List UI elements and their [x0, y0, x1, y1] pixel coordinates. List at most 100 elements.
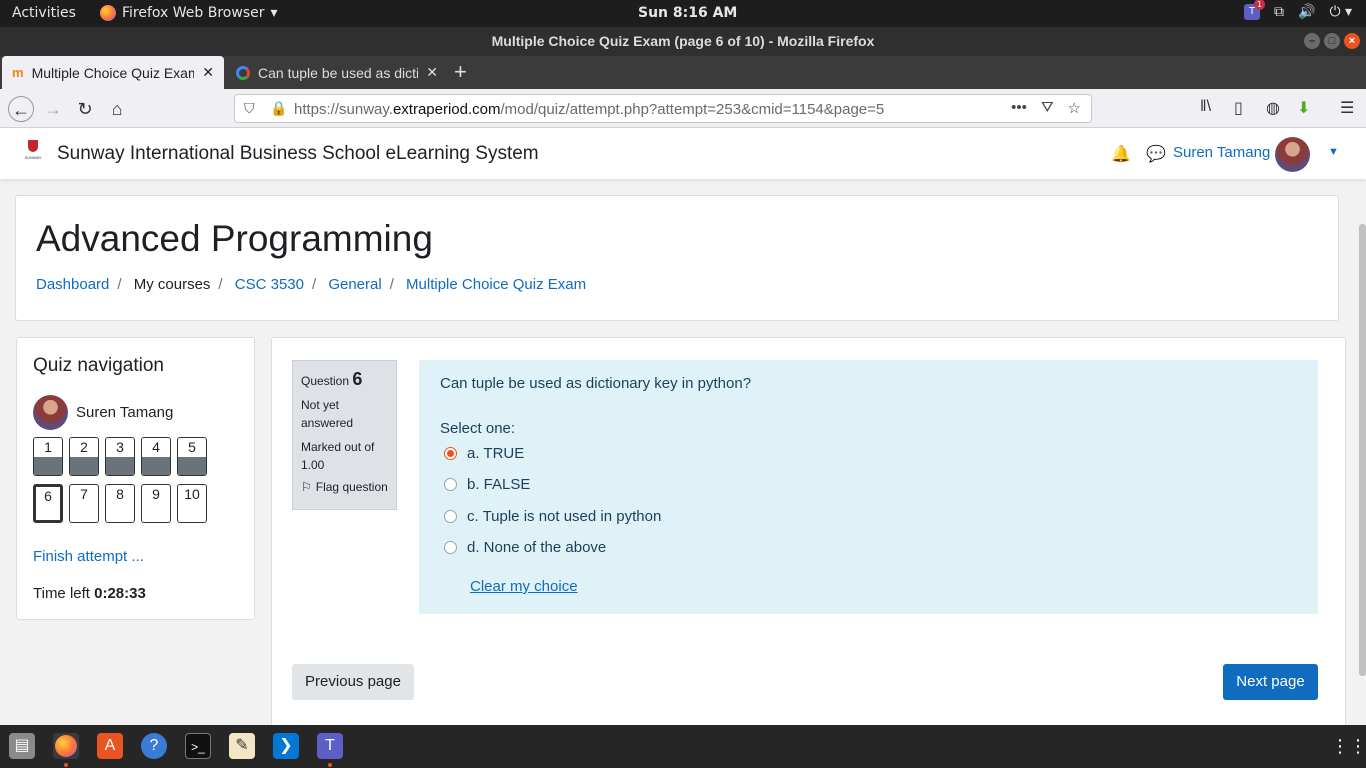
- quiz-nav-button-9[interactable]: 9: [141, 484, 171, 523]
- answer-radio[interactable]: [444, 447, 457, 460]
- answer-option-c[interactable]: c. Tuple is not used in python: [444, 508, 661, 525]
- network-icon[interactable]: ⧉: [1274, 4, 1284, 20]
- home-icon[interactable]: ⌂: [104, 96, 130, 122]
- software-center-icon[interactable]: A: [97, 733, 123, 759]
- answer-radio[interactable]: [444, 510, 457, 523]
- power-icon[interactable]: ⏻ ▾: [1329, 4, 1352, 20]
- tab-google-search[interactable]: Can tuple be used as dictionary key in p…: [226, 56, 448, 89]
- finish-attempt-link[interactable]: Finish attempt ...: [33, 548, 144, 565]
- tab-label: Multiple Choice Quiz Exam: [31, 64, 195, 81]
- answer-option-d[interactable]: d. None of the above: [444, 539, 606, 556]
- close-tab-icon[interactable]: ✕: [202, 64, 214, 81]
- quiz-nav-button-2[interactable]: 2: [69, 437, 99, 476]
- quiz-nav-button-7[interactable]: 7: [69, 484, 99, 523]
- breadcrumb-section[interactable]: General: [328, 276, 381, 293]
- quiz-nav-button-4[interactable]: 4: [141, 437, 171, 476]
- answered-indicator: [178, 457, 206, 475]
- sunway-logo[interactable]: SUNWAY: [22, 140, 44, 166]
- breadcrumb-course[interactable]: CSC 3530: [235, 276, 304, 293]
- quiz-navigation-title: Quiz navigation: [33, 355, 164, 376]
- volume-icon[interactable]: 🔊: [1298, 4, 1315, 20]
- answered-indicator: [142, 457, 170, 475]
- sidebar-icon[interactable]: ▯: [1234, 98, 1243, 118]
- tab-strip: m Multiple Choice Quiz Exam ✕ Can tuple …: [0, 56, 1366, 89]
- site-name[interactable]: Sunway International Business School eLe…: [57, 143, 539, 165]
- hamburger-menu-icon[interactable]: ☰: [1340, 98, 1354, 118]
- answer-option-b[interactable]: b. FALSE: [444, 476, 530, 493]
- answered-indicator: [70, 457, 98, 475]
- help-icon[interactable]: ?: [141, 733, 167, 759]
- question-content: Can tuple be used as dictionary key in p…: [419, 360, 1318, 614]
- clear-choice-link[interactable]: Clear my choice: [470, 578, 578, 595]
- google-favicon-icon: [236, 65, 250, 80]
- time-left: Time left 0:28:33: [33, 585, 146, 602]
- vscode-icon[interactable]: ❯: [273, 733, 299, 759]
- forward-icon[interactable]: →: [40, 96, 66, 122]
- extension-icon[interactable]: ◍: [1266, 98, 1280, 118]
- site-header: SUNWAY Sunway International Business Sch…: [0, 129, 1366, 179]
- clock[interactable]: Sun 8:16 AM: [638, 5, 737, 21]
- answer-prompt: Select one:: [440, 420, 516, 437]
- avatar[interactable]: [1275, 137, 1310, 172]
- quiz-nav-button-6[interactable]: 6: [33, 484, 63, 523]
- system-top-bar: Activities Firefox Web Browser ▾ Sun 8:1…: [0, 0, 1366, 27]
- quiz-nav-button-10[interactable]: 10: [177, 484, 207, 523]
- system-tray[interactable]: T1 ⧉ 🔊 ⏻ ▾: [1244, 0, 1352, 20]
- quiz-user: Suren Tamang: [33, 395, 173, 430]
- url-bar[interactable]: ⛉ 🔒 https://sunway.extraperiod.com/mod/q…: [234, 94, 1092, 123]
- minimize-icon[interactable]: –: [1304, 33, 1320, 49]
- teams-icon[interactable]: T: [317, 733, 343, 759]
- page-actions-icon[interactable]: •••: [1011, 99, 1027, 117]
- new-tab-icon[interactable]: +: [454, 59, 467, 85]
- breadcrumb-quiz[interactable]: Multiple Choice Quiz Exam: [406, 276, 586, 293]
- quiz-nav-button-5[interactable]: 5: [177, 437, 207, 476]
- quiz-nav-button-8[interactable]: 8: [105, 484, 135, 523]
- firefox-icon: [100, 5, 116, 21]
- quiz-nav-button-1[interactable]: 1: [33, 437, 63, 476]
- close-window-icon[interactable]: ×: [1344, 33, 1360, 49]
- question-number: Question 6: [301, 369, 363, 389]
- question-marks: Marked out of 1.00: [301, 440, 375, 472]
- time-left-value: 0:28:33: [94, 585, 146, 602]
- teams-tray-icon[interactable]: T1: [1244, 0, 1265, 20]
- download-icon[interactable]: ⬇: [1297, 98, 1310, 118]
- lock-icon[interactable]: 🔒: [270, 100, 287, 117]
- bookmark-star-icon[interactable]: ☆: [1068, 99, 1081, 117]
- breadcrumb-dashboard[interactable]: Dashboard: [36, 276, 109, 293]
- files-icon[interactable]: ▤: [9, 733, 35, 759]
- show-applications-icon[interactable]: ⋮⋮: [1331, 733, 1366, 759]
- question-text: Can tuple be used as dictionary key in p…: [440, 375, 752, 392]
- maximize-icon[interactable]: □: [1324, 33, 1340, 49]
- answer-radio[interactable]: [444, 478, 457, 491]
- close-tab-icon[interactable]: ✕: [426, 64, 438, 81]
- tab-quiz[interactable]: m Multiple Choice Quiz Exam ✕: [2, 56, 224, 89]
- pocket-icon[interactable]: ⛛: [1041, 99, 1054, 117]
- next-page-button[interactable]: Next page: [1223, 664, 1318, 700]
- notification-bell-icon[interactable]: 🔔: [1111, 144, 1131, 164]
- answered-indicator: [106, 457, 134, 475]
- text-editor-icon[interactable]: ✎: [229, 733, 255, 759]
- answer-option-a[interactable]: a. TRUE: [444, 445, 524, 462]
- url-text[interactable]: https://sunway.extraperiod.com/mod/quiz/…: [294, 101, 884, 118]
- moodle-favicon-icon: m: [12, 65, 24, 80]
- user-menu-caret-icon[interactable]: ▼: [1328, 146, 1339, 158]
- page-title: Advanced Programming: [36, 218, 433, 259]
- flag-question-link[interactable]: ⚐ Flag question: [301, 480, 388, 494]
- window-title: Multiple Choice Quiz Exam (page 6 of 10)…: [491, 33, 875, 49]
- app-menu[interactable]: Firefox Web Browser ▾: [100, 5, 278, 21]
- previous-page-button[interactable]: Previous page: [292, 664, 414, 700]
- app-menu-label: Firefox Web Browser: [122, 5, 265, 21]
- terminal-icon[interactable]: >_: [185, 733, 211, 759]
- user-name-link[interactable]: Suren Tamang: [1173, 144, 1270, 161]
- page-content: SUNWAY Sunway International Business Sch…: [0, 129, 1366, 725]
- firefox-dock-icon[interactable]: [53, 733, 79, 759]
- page-scrollbar[interactable]: [1359, 224, 1366, 676]
- quiz-nav-button-3[interactable]: 3: [105, 437, 135, 476]
- answer-radio[interactable]: [444, 541, 457, 554]
- library-icon[interactable]: ‖\: [1200, 98, 1211, 116]
- activities-button[interactable]: Activities: [12, 5, 76, 21]
- reload-icon[interactable]: ↻: [72, 96, 98, 122]
- messages-icon[interactable]: 💬: [1146, 144, 1166, 164]
- tracking-shield-icon[interactable]: ⛉: [244, 100, 255, 117]
- back-icon[interactable]: ←: [8, 96, 34, 122]
